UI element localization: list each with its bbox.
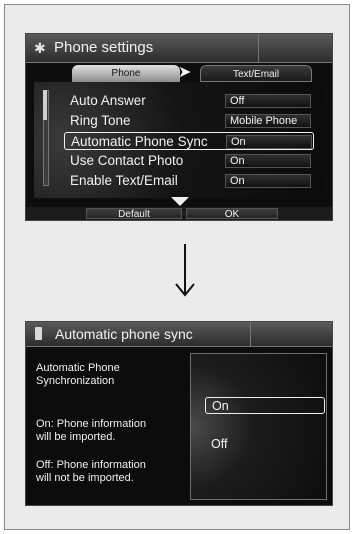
phone-icon xyxy=(35,327,42,340)
title-divider xyxy=(258,34,259,62)
screen-title: Phone settings xyxy=(54,39,154,56)
automatic-phone-sync-screen: Automatic phone sync Automatic Phone Syn… xyxy=(25,321,333,506)
tab-arrow-icon: ➤ xyxy=(178,64,192,81)
scroll-down-icon[interactable] xyxy=(171,197,189,206)
settings-row-automatic-phone-sync[interactable]: Automatic Phone Sync On xyxy=(64,132,314,150)
title-bar: Automatic phone sync xyxy=(26,322,332,347)
tab-phone[interactable]: Phone xyxy=(72,65,180,82)
row-value: On xyxy=(226,135,312,149)
title-divider xyxy=(250,322,251,346)
row-label: Auto Answer xyxy=(70,93,146,108)
row-label: Automatic Phone Sync xyxy=(71,134,208,149)
settings-row-use-contact-photo[interactable]: Use Contact Photo On xyxy=(64,152,314,170)
tab-bar: Phone Text/Email ➤ xyxy=(72,64,312,82)
row-label: Enable Text/Email xyxy=(70,173,178,188)
phone-settings-screen: ✱ Phone settings Phone Text/Email ➤ Auto… xyxy=(25,33,333,221)
row-value: Off xyxy=(225,94,311,108)
default-button[interactable]: Default xyxy=(86,208,182,220)
arrow-down-icon xyxy=(175,244,195,297)
settings-row-auto-answer[interactable]: Auto Answer Off xyxy=(64,92,314,110)
tab-text-email[interactable]: Text/Email xyxy=(200,65,312,82)
settings-row-enable-text-email[interactable]: Enable Text/Email On xyxy=(64,172,314,190)
description-heading: Automatic Phone Synchronization xyxy=(36,362,120,387)
settings-row-ring-tone[interactable]: Ring Tone Mobile Phone xyxy=(64,112,314,130)
row-label: Ring Tone xyxy=(70,113,131,128)
row-value: On xyxy=(225,174,311,188)
option-panel: On Off xyxy=(190,353,327,500)
row-label: Use Contact Photo xyxy=(70,153,184,168)
option-off[interactable]: Off xyxy=(205,436,325,453)
gear-icon: ✱ xyxy=(34,40,46,56)
option-on[interactable]: On xyxy=(205,397,325,414)
description-off: Off: Phone information will not be impor… xyxy=(36,459,146,484)
title-bar: ✱ Phone settings xyxy=(26,34,332,63)
ok-button[interactable]: OK xyxy=(186,208,278,220)
description-on: On: Phone information will be imported. xyxy=(36,418,147,443)
row-value: Mobile Phone xyxy=(225,114,311,128)
row-value: On xyxy=(225,154,311,168)
scrollbar-thumb[interactable] xyxy=(43,90,47,120)
screen-title: Automatic phone sync xyxy=(55,326,193,342)
